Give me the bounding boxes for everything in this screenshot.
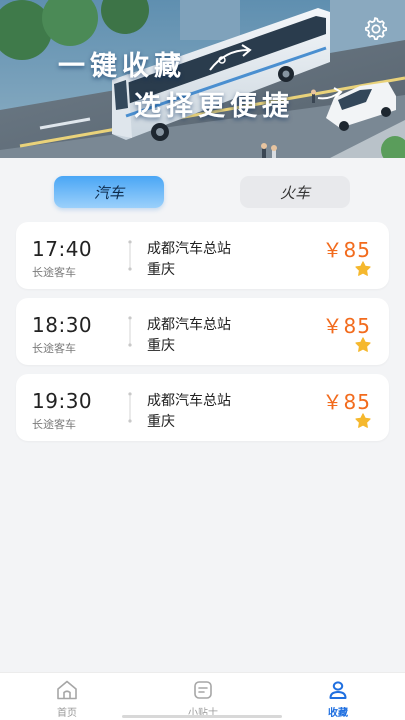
origin-station: 成都汽车总站: [147, 393, 231, 409]
origin-station: 成都汽车总站: [147, 241, 231, 257]
favorite-star-button[interactable]: [354, 260, 372, 278]
tab-bus[interactable]: 汽车: [54, 176, 164, 208]
tips-icon: [191, 678, 215, 702]
vehicle-type: 长途客车: [32, 266, 76, 279]
favorite-star-button[interactable]: [354, 336, 372, 354]
star-icon: [355, 413, 371, 428]
settings-button[interactable]: [362, 15, 388, 41]
departure-time: 18:30: [32, 313, 93, 337]
ticket-price: ￥85: [322, 238, 371, 262]
hero-title-line2: 选择更便捷: [134, 91, 294, 122]
home-icon: [55, 678, 79, 702]
ticket-price: ￥85: [322, 314, 371, 338]
nav-favorites[interactable]: 收藏: [298, 673, 378, 720]
destination-city: 重庆: [147, 338, 175, 354]
ticket-card[interactable]: 17:40 长途客车 成都汽车总站 重庆 ￥85: [16, 222, 389, 289]
departure-time: 19:30: [32, 389, 93, 413]
ticket-price: ￥85: [322, 390, 371, 414]
vehicle-type: 长途客车: [32, 418, 76, 431]
home-indicator: [122, 715, 282, 718]
user-icon: [326, 678, 350, 702]
ticket-card[interactable]: 19:30 长途客车 成都汽车总站 重庆 ￥85: [16, 374, 389, 441]
destination-city: 重庆: [147, 414, 175, 430]
route-line-icon: [128, 316, 132, 347]
transport-tabs: 汽车 火车: [0, 158, 405, 218]
favorite-star-button[interactable]: [354, 412, 372, 430]
tab-train[interactable]: 火车: [240, 176, 350, 208]
hero-title-line1: 一键收藏: [58, 51, 186, 82]
nav-favorites-label: 收藏: [328, 708, 348, 719]
star-icon: [355, 337, 371, 352]
vehicle-type: 长途客车: [32, 342, 76, 355]
departure-time: 17:40: [32, 237, 93, 261]
gear-icon: [365, 17, 388, 41]
star-icon: [355, 261, 371, 276]
nav-tips[interactable]: 小贴士: [163, 673, 243, 720]
bottom-navigation: 首页 小贴士 收藏: [0, 672, 405, 720]
hero-banner: 一键收藏 选择更便捷: [0, 0, 405, 158]
route-line-icon: [128, 392, 132, 423]
ticket-card[interactable]: 18:30 长途客车 成都汽车总站 重庆 ￥85: [16, 298, 389, 365]
route-line-icon: [128, 240, 132, 271]
nav-home-label: 首页: [57, 708, 77, 719]
nav-home[interactable]: 首页: [27, 673, 107, 720]
origin-station: 成都汽车总站: [147, 317, 231, 333]
destination-city: 重庆: [147, 262, 175, 278]
